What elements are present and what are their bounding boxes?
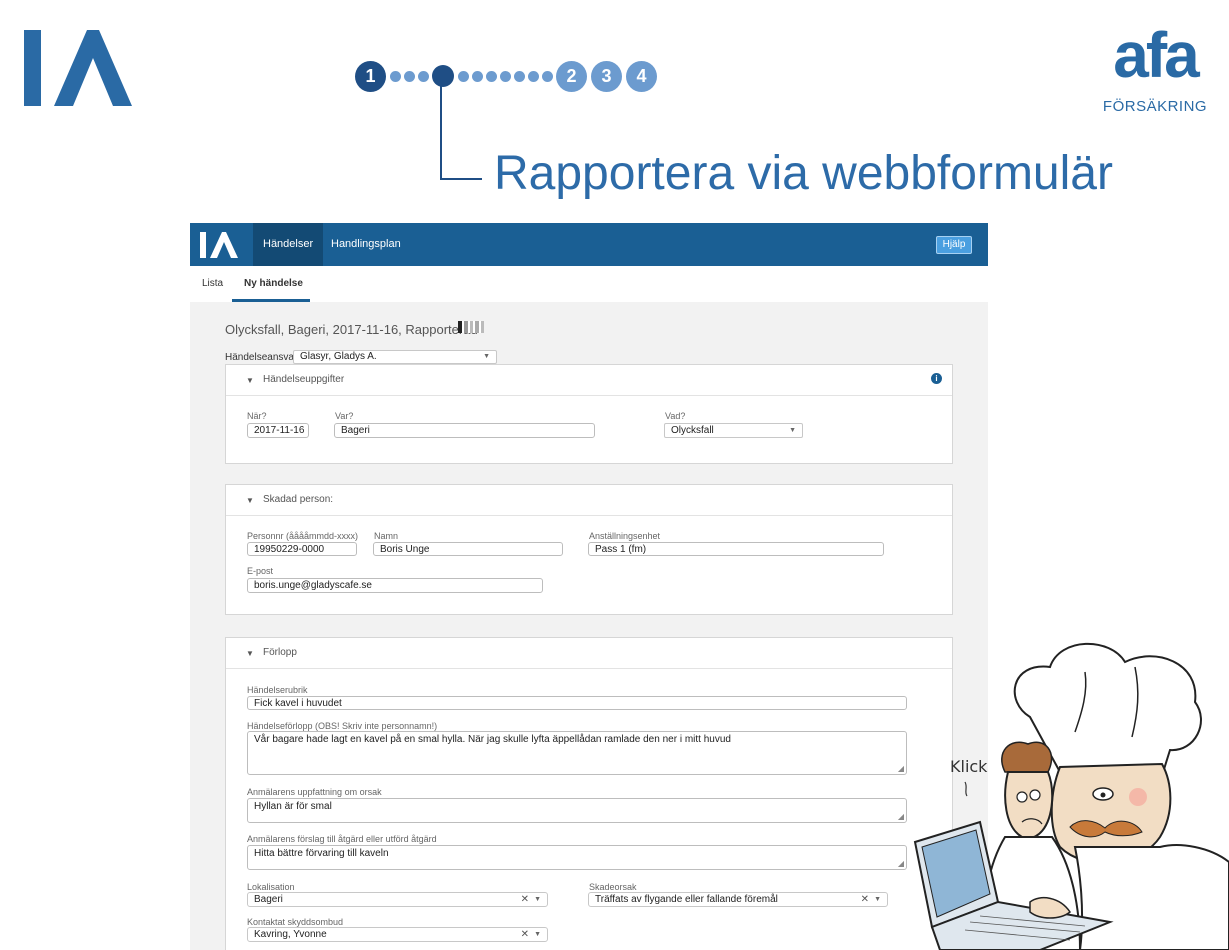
resize-grip-icon[interactable]: ◢ (898, 813, 904, 821)
description-textarea[interactable]: Vår bagare hade lagt en kavel på en smal… (247, 731, 907, 775)
damage-cause-value: Träffats av flygande eller fallande före… (595, 894, 778, 905)
description-label: Händelseförlopp (OBS! Skriv inte personn… (247, 721, 438, 731)
afa-logo-word: afa (1113, 19, 1200, 91)
safety-rep-value: Kavring, Yvonne (254, 929, 327, 940)
proposal-text: Hitta bättre förvaring till kaveln (254, 848, 389, 859)
proposal-label: Anmälarens förslag till åtgärd eller utf… (247, 834, 437, 844)
proposal-textarea[interactable]: Hitta bättre förvaring till kaveln ◢ (247, 845, 907, 870)
what-select[interactable]: Olycksfall ▼ (664, 423, 803, 438)
panel-event-details: ▼ Händelseuppgifter i När? 2017-11-16 Va… (225, 364, 953, 464)
tab-list[interactable]: Lista (202, 278, 223, 289)
pnr-input[interactable]: 19950229-0000 (247, 542, 357, 556)
when-label: När? (247, 411, 267, 421)
event-title: Olycksfall, Bageri, 2017-11-16, Rapporte… (225, 322, 478, 337)
afa-logo-subtitle: FÖRSÄKRING (1102, 98, 1208, 115)
safety-rep-select[interactable]: Kavring, Yvonne ✕ ▼ (247, 927, 548, 942)
resize-grip-icon[interactable]: ◢ (898, 765, 904, 773)
chevron-down-icon: ▼ (789, 427, 796, 434)
chevron-down-icon: ▼ (534, 896, 541, 903)
panel-title: Skadad person: (263, 494, 334, 505)
panel-header[interactable]: ▼ Förlopp (226, 638, 952, 669)
resize-grip-icon[interactable]: ◢ (898, 860, 904, 868)
unit-input[interactable]: Pass 1 (fm) (588, 542, 884, 556)
location-value: Bageri (254, 894, 283, 905)
owner-select[interactable]: Glasyr, Gladys A. ▼ (293, 350, 497, 364)
what-label: Vad? (665, 411, 686, 421)
app-logo (200, 232, 238, 258)
chevron-down-icon: ▼ (483, 353, 490, 360)
location-select[interactable]: Bageri ✕ ▼ (247, 892, 548, 907)
panel-header[interactable]: ▼ Skadad person: (226, 485, 952, 516)
progress-step-2: 2 (556, 60, 587, 92)
chevron-down-icon: ▼ (534, 931, 541, 938)
slide-title: Rapportera via webbformulär (494, 147, 1113, 200)
unit-label: Anställningsenhet (589, 531, 661, 541)
collapse-triangle-icon: ▼ (246, 496, 254, 505)
nav-action-plan[interactable]: Handlingsplan (321, 223, 411, 266)
name-input[interactable]: Boris Unge (373, 542, 563, 556)
location-label: Lokalisation (247, 882, 295, 892)
headline-label: Händelserubrik (247, 685, 308, 695)
progress-dot (542, 70, 553, 82)
clear-icon[interactable]: ✕ (861, 893, 869, 907)
status-code-icon (458, 321, 486, 333)
collapse-triangle-icon: ▼ (246, 649, 254, 658)
progress-dot (486, 70, 497, 82)
progress-step-4: 4 (626, 60, 657, 92)
collapse-triangle-icon: ▼ (246, 376, 254, 385)
info-icon[interactable]: i (931, 373, 942, 384)
app-window: Händelser Handlingsplan Hjälp Lista Ny h… (190, 223, 988, 950)
progress-step-1: 1 (355, 60, 386, 92)
panel-course: ▼ Förlopp Händelserubrik Fick kavel i hu… (225, 637, 953, 950)
help-button[interactable]: Hjälp (936, 236, 972, 254)
damage-cause-label: Skadeorsak (589, 882, 637, 892)
connector-line (440, 178, 482, 180)
nav-events[interactable]: Händelser (253, 223, 324, 266)
progress-dot (472, 70, 483, 82)
headline-input[interactable]: Fick kavel i huvudet (247, 696, 907, 710)
progress-dot (404, 70, 415, 82)
progress-steps: 1 2 3 4 (355, 60, 661, 92)
progress-dot (418, 70, 429, 82)
progress-dot-current (432, 65, 454, 87)
connector-line (440, 80, 442, 180)
email-label: E-post (247, 566, 274, 576)
panel-title: Förlopp (263, 647, 297, 658)
panel-header[interactable]: ▼ Händelseuppgifter i (226, 365, 952, 396)
email-input[interactable]: boris.unge@gladyscafe.se (247, 578, 543, 593)
damage-cause-select[interactable]: Träffats av flygande eller fallande före… (588, 892, 888, 907)
cause-text: Hyllan är för smal (254, 801, 332, 812)
where-input[interactable]: Bageri (334, 423, 595, 438)
tab-new-event[interactable]: Ny händelse (244, 278, 303, 289)
owner-select-value: Glasyr, Gladys A. (300, 351, 377, 362)
progress-dot (390, 70, 401, 82)
description-text: Vår bagare hade lagt en kavel på en smal… (254, 734, 731, 745)
safety-rep-label: Kontaktat skyddsombud (247, 917, 344, 927)
clear-icon[interactable]: ✕ (521, 893, 529, 907)
click-sound-label: Klick (950, 757, 988, 776)
panel-injured-person: ▼ Skadad person: Personnr (ååååmmdd-xxxx… (225, 484, 953, 615)
progress-dot (500, 70, 511, 82)
when-input[interactable]: 2017-11-16 (247, 423, 309, 438)
ia-logo (24, 30, 132, 106)
top-nav-bar: Händelser Handlingsplan Hjälp (190, 223, 988, 266)
panel-title: Händelseuppgifter (263, 374, 345, 385)
where-label: Var? (335, 411, 354, 421)
pnr-label: Personnr (ååååmmdd-xxxx) (247, 531, 359, 541)
cause-label: Anmälarens uppfattning om orsak (247, 787, 382, 797)
clear-icon[interactable]: ✕ (521, 928, 529, 942)
afa-logo: afa FÖRSÄKRING (1100, 20, 1210, 122)
tab-bar: Lista Ny händelse (190, 266, 988, 301)
progress-dot (458, 70, 469, 82)
chef-at-laptop-illustration: Klick (913, 642, 1229, 950)
progress-step-3: 3 (591, 60, 622, 92)
form-content: Olycksfall, Bageri, 2017-11-16, Rapporte… (190, 302, 988, 950)
cause-textarea[interactable]: Hyllan är för smal ◢ (247, 798, 907, 823)
what-select-value: Olycksfall (671, 425, 714, 436)
progress-dot (528, 70, 539, 82)
chevron-down-icon: ▼ (874, 896, 881, 903)
progress-dot (514, 70, 525, 82)
name-label: Namn (374, 531, 399, 541)
